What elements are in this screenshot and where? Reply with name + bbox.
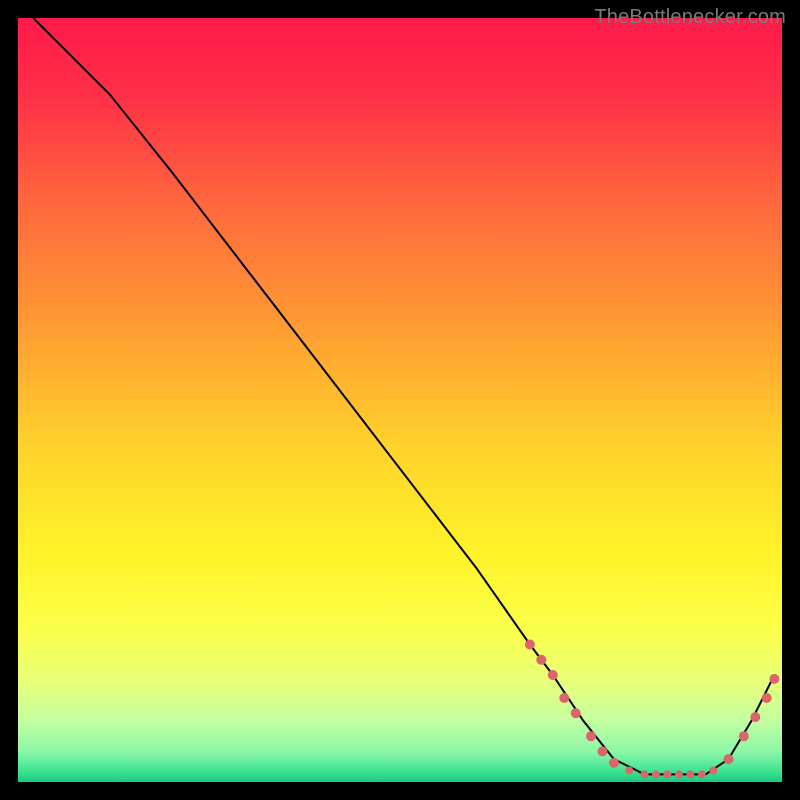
watermark-text: TheBottlenecker.com (594, 6, 786, 29)
chart-curve-layer (18, 18, 782, 782)
chart-area (18, 18, 782, 782)
data-marker (625, 767, 633, 775)
data-marker (675, 770, 683, 778)
data-marker (609, 758, 619, 768)
data-marker (559, 693, 569, 703)
data-marker (724, 754, 734, 764)
data-marker (652, 770, 660, 778)
data-marker (698, 770, 706, 778)
data-marker (750, 712, 760, 722)
curve-markers (525, 640, 780, 779)
data-marker (769, 674, 779, 684)
curve-line (33, 18, 774, 774)
data-marker (548, 670, 558, 680)
data-marker (686, 770, 694, 778)
data-marker (709, 767, 717, 775)
data-marker (762, 693, 772, 703)
data-marker (598, 746, 608, 756)
data-marker (525, 640, 535, 650)
data-marker (536, 655, 546, 665)
data-marker (663, 770, 671, 778)
data-marker (586, 731, 596, 741)
data-marker (641, 770, 649, 778)
data-marker (739, 731, 749, 741)
data-marker (571, 708, 581, 718)
